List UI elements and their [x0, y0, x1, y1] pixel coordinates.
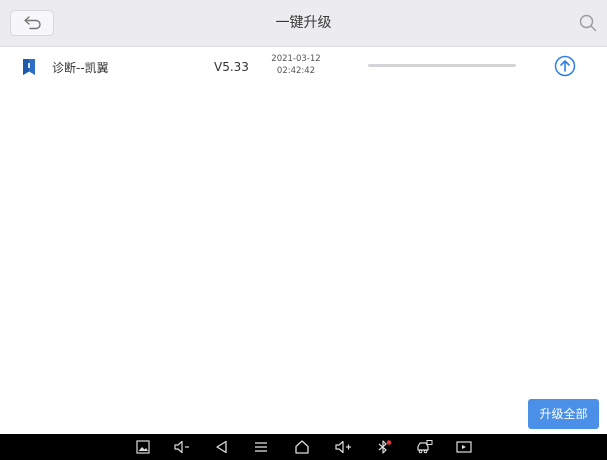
upgrade-all-button[interactable]: 升级全部 — [528, 399, 599, 429]
menu-icon[interactable] — [251, 434, 271, 460]
screenshot-icon[interactable] — [133, 434, 153, 460]
page-title: 一键升级 — [275, 15, 332, 31]
volume-down-icon[interactable] — [171, 434, 191, 460]
system-navigation-bar — [0, 434, 607, 460]
car-diagnostics-icon[interactable] — [414, 434, 434, 460]
search-icon[interactable] — [579, 14, 597, 32]
volume-up-icon[interactable] — [332, 434, 352, 460]
bookmark-icon — [23, 59, 35, 75]
release-date: 2021-03-12 — [271, 54, 321, 64]
update-list-item[interactable]: 诊断--凯翼 V5.33 2021-03-12 02:42:42 — [0, 47, 607, 87]
software-version: V5.33 — [214, 60, 249, 74]
back-icon[interactable] — [212, 434, 232, 460]
upload-circle-icon[interactable] — [554, 55, 576, 77]
release-time: 02:42:42 — [276, 66, 316, 76]
download-progress-bar — [368, 64, 516, 67]
software-name: 诊断--凯翼 — [52, 61, 109, 75]
home-icon[interactable] — [292, 434, 312, 460]
release-datetime: 2021-03-12 02:42:42 — [270, 53, 322, 77]
vci-bluetooth-icon[interactable] — [374, 434, 394, 460]
screen-record-icon[interactable] — [453, 434, 473, 460]
header-bar: 一键升级 — [0, 0, 607, 47]
